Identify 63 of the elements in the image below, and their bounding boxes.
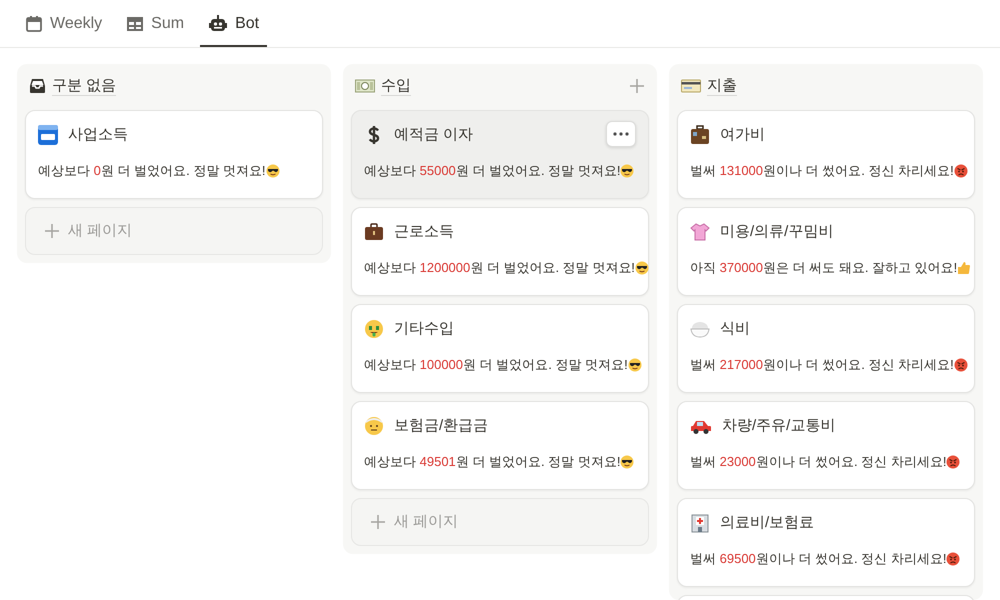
robot-icon (208, 14, 228, 32)
board-card[interactable]: 식비 벌써 217000원이나 더 썼어요. 정신 차리세요! (677, 304, 975, 393)
face-icon (364, 416, 384, 436)
sunglasses-face-icon (620, 164, 634, 178)
card-title: 사업소득 (68, 124, 128, 145)
card-message: 벌써 69500원이나 더 썼어요. 정신 차리세요! (690, 550, 946, 568)
angry-face-icon (946, 552, 960, 566)
board-card[interactable]: 차량/주유/교통비 벌써 23000원이나 더 썼어요. 정신 차리세요! (677, 401, 975, 490)
card-title: 예적금 이자 (394, 124, 474, 145)
banknote-icon (355, 79, 375, 93)
card-title: 차량/주유/교통비 (722, 416, 836, 436)
angry-face-icon (954, 358, 968, 372)
board-card[interactable]: 예적금 이자 예상보다 55000원 더 벌었어요. 정말 멋져요! (351, 110, 649, 199)
board-card[interactable]: 미용/의류/꾸밈비 아직 370000원은 더 써도 돼요. 잘하고 있어요! (677, 207, 975, 296)
view-tab[interactable]: Sum (118, 0, 192, 47)
card-message: 아직 370000원은 더 써도 돼요. 잘하고 있어요! (690, 259, 958, 277)
card-message: 예상보다 100000원 더 벌었어요. 정말 멋져요! (364, 356, 628, 374)
card-title: 식비 (720, 318, 750, 339)
more-icon[interactable] (606, 121, 636, 147)
board-card[interactable]: 의료비/보험료 벌써 69500원이나 더 썼어요. 정신 차리세요! (677, 498, 975, 587)
card-message: 예상보다 55000원 더 벌었어요. 정말 멋져요! (364, 162, 620, 180)
inbox-icon (29, 78, 46, 94)
column-title: 구분 없음 (52, 76, 116, 96)
angry-face-icon (946, 454, 960, 469)
sunglasses-face-icon (628, 358, 642, 372)
card-title: 근로소득 (394, 222, 454, 242)
board-card[interactable]: 기타수입 예상보다 100000원 더 벌었어요. 정말 멋져요! (351, 304, 649, 393)
card-title: 여가비 (720, 124, 765, 145)
plus-icon (370, 514, 386, 530)
card-message: 벌써 217000원이나 더 썼어요. 정신 차리세요! (690, 356, 954, 374)
column-title: 수입 (381, 76, 411, 96)
table-icon (126, 16, 144, 32)
board-card[interactable]: 근로소득 예상보다 1200000원 더 벌었어요. 정말 멋져요! (351, 207, 649, 296)
rice-bowl-icon (690, 319, 710, 339)
angry-face-icon (954, 164, 968, 178)
hospital-icon (690, 513, 710, 533)
credit-card-icon (681, 79, 701, 93)
view-tab[interactable]: Bot (200, 0, 268, 47)
atm-icon (38, 125, 58, 145)
board-card[interactable]: 여가비 벌써 131000원이나 더 썼어요. 정신 차리세요! (677, 110, 975, 199)
card-message: 예상보다 0원 더 벌었어요. 정말 멋져요! (38, 162, 266, 180)
plus-icon (44, 223, 60, 239)
card-message: 벌써 23000원이나 더 썼어요. 정신 차리세요! (690, 453, 946, 471)
card-title: 의료비/보험료 (720, 512, 814, 533)
card-message: 예상보다 1200000원 더 벌었어요. 정말 멋져요! (364, 259, 635, 277)
card-title: 미용/의류/꾸밈비 (720, 222, 834, 242)
card-message: 예상보다 49501원 더 벌었어요. 정말 멋져요! (364, 453, 620, 471)
thumbs-up-icon (957, 260, 972, 275)
card-message: 벌써 131000원이나 더 썼어요. 정신 차리세요! (690, 162, 954, 180)
briefcase-icon (364, 222, 384, 242)
card-title: 보험금/환급금 (394, 416, 488, 436)
calendar-icon (25, 14, 43, 32)
blouse-icon (690, 222, 710, 242)
board-card[interactable]: 사업소득 예상보다 0원 더 벌었어요. 정말 멋져요! (25, 110, 323, 199)
card-title: 기타수입 (394, 318, 454, 339)
sunglasses-face-icon (620, 454, 634, 469)
face-icon (364, 319, 384, 339)
sunglasses-face-icon (634, 260, 649, 275)
view-tab[interactable]: Weekly (17, 0, 110, 47)
suitcase-icon (690, 125, 710, 145)
column-title: 지출 (707, 76, 737, 96)
sunglasses-face-icon (266, 164, 280, 178)
board-card[interactable]: 보험금/환급금 예상보다 49501원 더 벌었어요. 정말 멋져요! (351, 401, 649, 490)
